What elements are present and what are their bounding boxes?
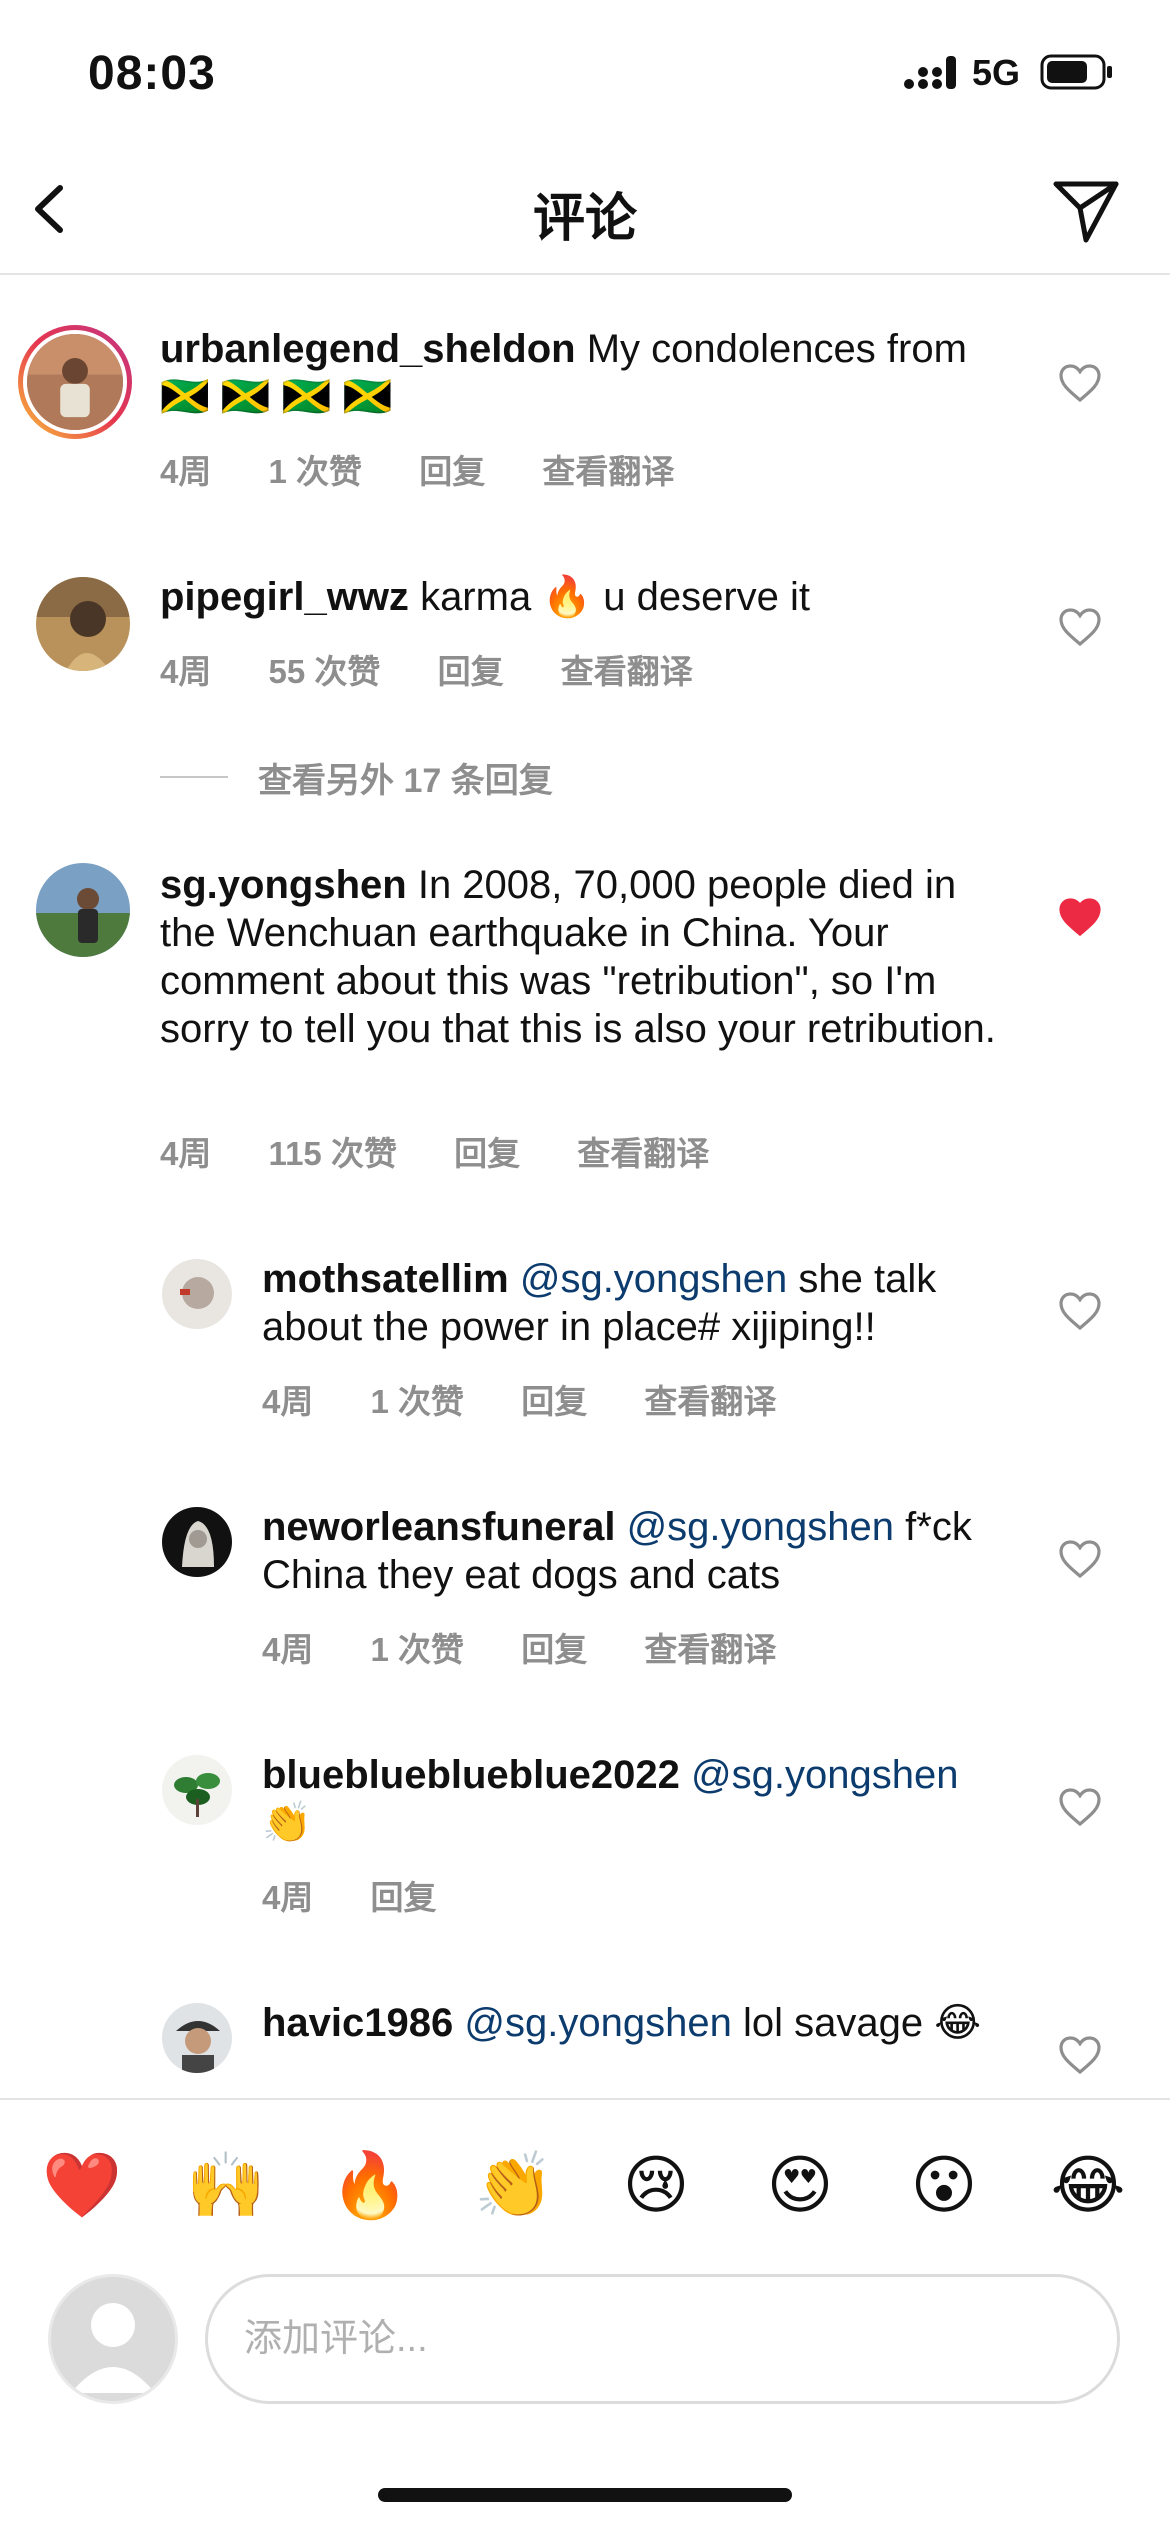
reply-button[interactable]: 回复 [454,1135,520,1172]
emoji-fire-button[interactable]: 🔥 [330,2148,410,2224]
comment-meta: 4周 1 次赞 回复 查看翻译 [160,445,722,493]
view-more-replies-label[interactable]: 查看另外 17 条回复 [258,753,553,802]
emoji-heart-button[interactable]: ❤️ [42,2148,122,2224]
mention-link[interactable]: @sg.yongshen [627,1505,894,1549]
translate-button[interactable]: 查看翻译 [561,653,693,690]
avatar[interactable] [162,1755,232,1825]
comment-text: blueblueblueblue2022 @sg.yongshen 👏 [262,1751,1002,1847]
emoji-quick-bar: ❤️ 🙌 🔥 👏 😢 😍 😮 😂 [0,2098,1170,2258]
default-user-icon [71,2303,155,2393]
comment-time: 4周 [160,453,212,490]
comment-time: 4周 [262,1383,314,1420]
emoji-surprised-button[interactable]: 😮 [906,2148,982,2224]
comment-likes[interactable]: 115 次赞 [269,1135,397,1172]
network-type: 5G [972,52,1021,93]
avatar[interactable] [18,325,132,439]
comment-time: 4周 [160,1135,212,1172]
emoji-laughing-button[interactable]: 😂 [1050,2148,1126,2224]
home-indicator[interactable] [378,2488,792,2502]
comment-likes[interactable]: 1 次赞 [371,1383,465,1420]
battery-icon [1040,54,1112,90]
comment-body: karma 🔥 u deserve it [420,575,811,619]
comment-time: 4周 [262,1879,314,1916]
comment-likes[interactable]: 55 次赞 [269,653,381,690]
status-bar: 08:03 5G [0,0,1170,150]
mention-link[interactable]: @sg.yongshen [464,2001,731,2045]
reply-button[interactable]: 回复 [371,1879,437,1916]
heart-filled-icon[interactable] [1058,897,1102,937]
avatar[interactable] [162,1259,232,1329]
emoji-crying-button[interactable]: 😢 [618,2148,694,2224]
translate-button[interactable]: 查看翻译 [542,453,674,490]
comment-username[interactable]: pipegirl_wwz [160,575,409,619]
comment-text: urbanlegend_sheldon My condolences from … [160,325,980,421]
heart-icon[interactable] [1058,2035,1102,2075]
divider [160,776,228,778]
comment-meta: 4周 回复 [262,1871,485,1919]
heart-icon[interactable] [1058,363,1102,403]
heart-icon[interactable] [1058,1539,1102,1579]
signal-icon [904,56,956,89]
heart-icon[interactable] [1058,607,1102,647]
comment-username[interactable]: urbanlegend_sheldon [160,327,576,371]
comment-username[interactable]: blueblueblueblue2022 [262,1753,680,1797]
reply-button[interactable]: 回复 [419,453,485,490]
avatar[interactable] [162,1507,232,1577]
comment-composer: 添加评论... [0,2258,1170,2418]
mention-link[interactable]: @sg.yongshen [520,1257,787,1301]
own-avatar [48,2274,178,2404]
add-comment-input[interactable]: 添加评论... [205,2274,1120,2404]
comment-text: sg.yongshen In 2008, 70,000 people died … [160,861,1000,1053]
emoji-heart-eyes-button[interactable]: 😍 [762,2148,838,2224]
comment-body: 👏 [262,1801,312,1845]
comment-meta: 4周 1 次赞 回复 查看翻译 [262,1623,824,1671]
reply-button[interactable]: 回复 [521,1383,587,1420]
comment-meta: 4周 1 次赞 回复 查看翻译 [262,1375,824,1423]
comment-time: 4周 [160,653,212,690]
comment-text: havic1986 @sg.yongshen lol savage 😂 [262,1999,1002,2047]
translate-button[interactable]: 查看翻译 [644,1631,776,1668]
comment-username[interactable]: sg.yongshen [160,863,407,907]
mention-link[interactable]: @sg.yongshen [691,1753,958,1797]
comment-text: mothsatellim @sg.yongshen she talk about… [262,1255,1002,1351]
comment-username[interactable]: neworleansfuneral [262,1505,615,1549]
send-direct-icon[interactable] [1050,174,1122,246]
translate-button[interactable]: 查看翻译 [577,1135,709,1172]
avatar[interactable] [36,577,130,671]
reply-button[interactable]: 回复 [438,653,504,690]
comment-likes[interactable]: 1 次赞 [371,1631,465,1668]
avatar[interactable] [36,863,130,957]
emoji-raising-hands-button[interactable]: 🙌 [186,2148,266,2224]
comment-time: 4周 [262,1631,314,1668]
status-time: 08:03 [88,47,216,100]
comment-meta: 4周 55 次赞 回复 查看翻译 [160,645,741,693]
comments-list[interactable]: urbanlegend_sheldon My condolences from … [0,277,1170,2097]
comment-username[interactable]: mothsatellim [262,1257,509,1301]
heart-icon[interactable] [1058,1291,1102,1331]
avatar[interactable] [162,2003,232,2073]
emoji-clap-button[interactable]: 👏 [474,2148,554,2224]
top-navigation-bar: 评论 [0,150,1170,275]
translate-button[interactable]: 查看翻译 [644,1383,776,1420]
heart-icon[interactable] [1058,1787,1102,1827]
comment-likes[interactable]: 1 次赞 [269,453,363,490]
comment-username[interactable]: havic1986 [262,2001,453,2045]
view-more-replies[interactable]: 查看另外 17 条回复 [160,753,553,802]
comment-meta: 4周 115 次赞 回复 查看翻译 [160,1127,757,1175]
comment-text: pipegirl_wwz karma 🔥 u deserve it [160,573,980,621]
comment-text: neworleansfuneral @sg.yongshen f*ck Chin… [262,1503,1002,1599]
page-title: 评论 [532,190,637,248]
reply-button[interactable]: 回复 [521,1631,587,1668]
comment-body: lol savage 😂 [742,2001,981,2045]
